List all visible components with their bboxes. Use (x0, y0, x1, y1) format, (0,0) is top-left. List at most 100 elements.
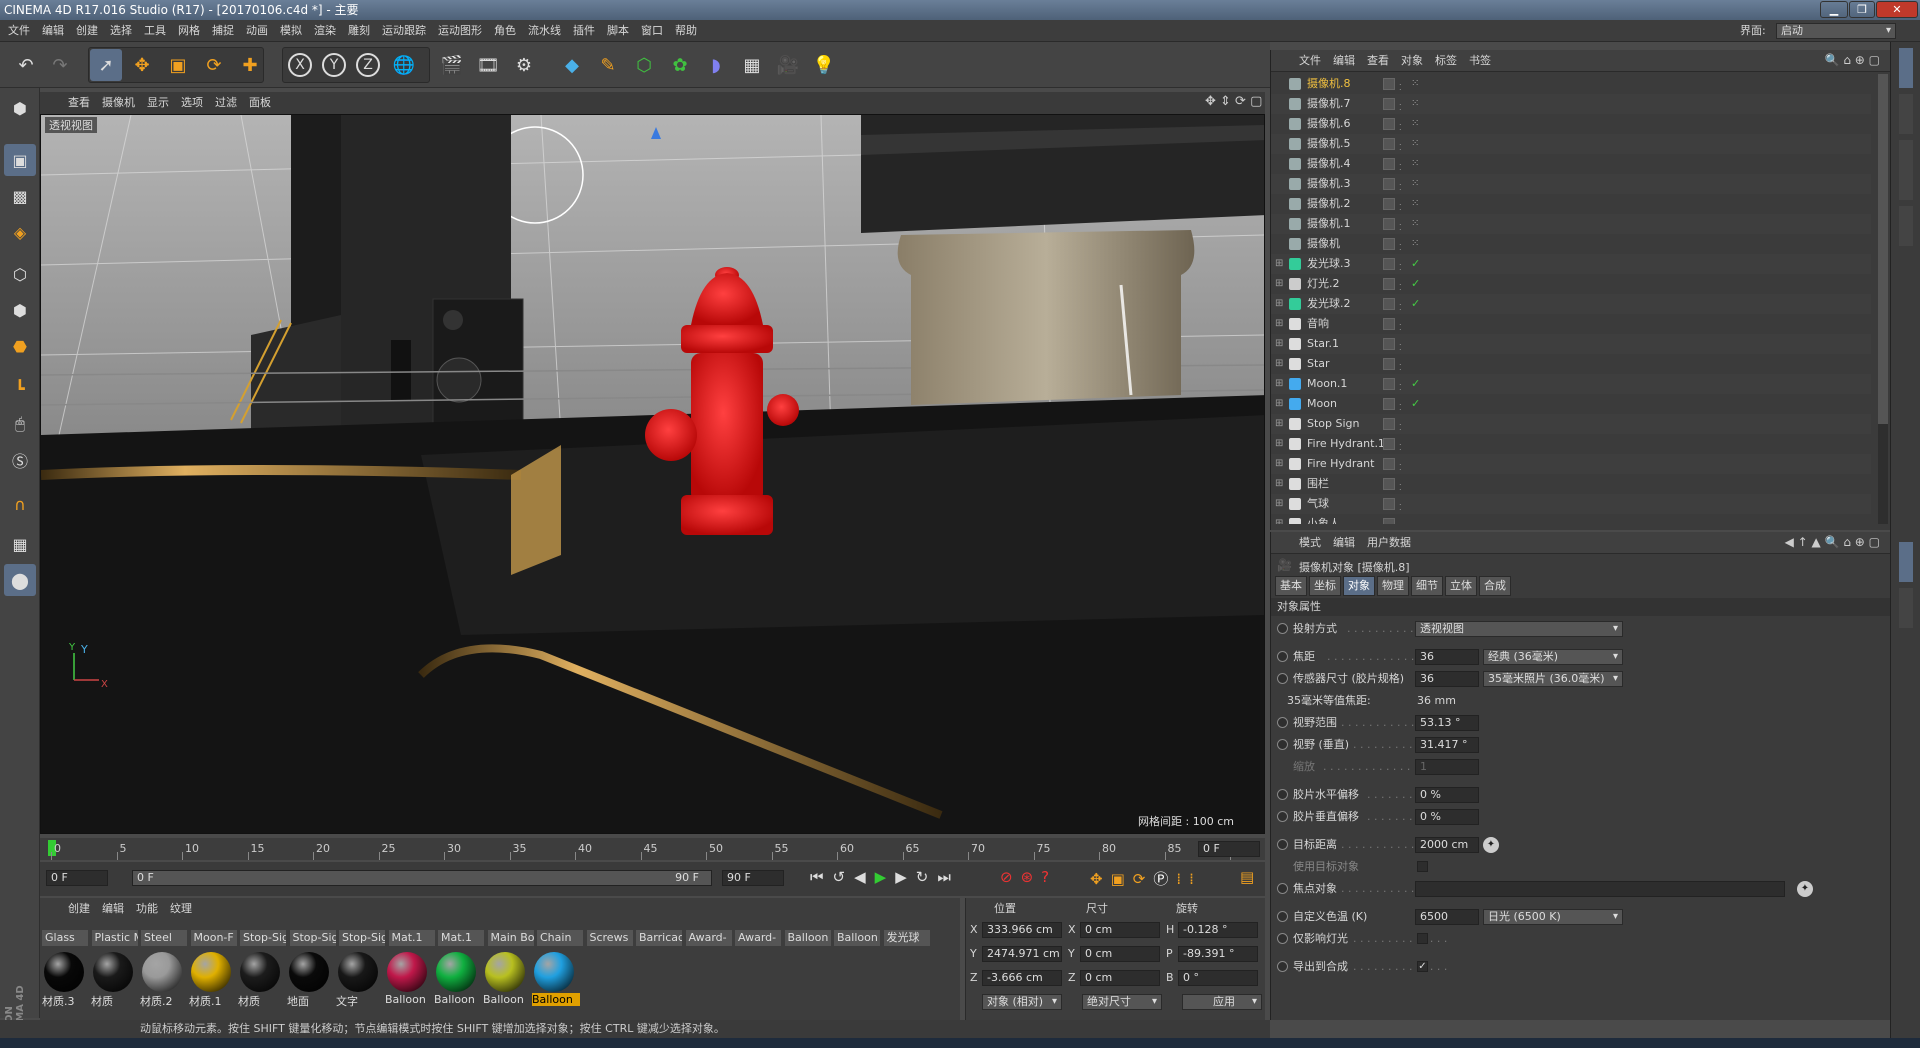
layer-dots[interactable]: ⁚ (1399, 478, 1409, 492)
help-key-icon[interactable]: ? (1041, 868, 1057, 886)
layer-dots[interactable]: ⁚ (1399, 378, 1409, 392)
material-tab[interactable]: Glass (42, 930, 88, 946)
object-row[interactable]: ⊞ Star ⁚ (1271, 354, 1871, 374)
visibility-toggle[interactable] (1383, 498, 1395, 510)
menu-item[interactable]: 雕刻 (342, 20, 376, 42)
layer-dots[interactable]: ⁚ (1399, 418, 1409, 432)
object-row[interactable]: ⊞ 灯光.2 ⁚ ✓ (1271, 274, 1871, 294)
material-tab[interactable]: Balloon (834, 930, 880, 946)
key-rot-icon[interactable]: ⟳ (1133, 870, 1154, 888)
object-scrollbar[interactable] (1878, 74, 1888, 524)
object-menu-item[interactable]: 书签 (1463, 50, 1497, 72)
focus-pick-icon[interactable]: ✦ (1797, 881, 1813, 897)
menu-item[interactable]: 选择 (104, 20, 138, 42)
layer-dots[interactable]: ⁚ (1399, 198, 1409, 212)
expand-icon[interactable]: ⊞ (1275, 334, 1283, 354)
side-tab-layer2[interactable] (1899, 588, 1913, 628)
material-menu-item[interactable]: 功能 (130, 898, 164, 920)
menu-item[interactable]: 运动跟踪 (376, 20, 432, 42)
menu-item[interactable]: 渲染 (308, 20, 342, 42)
visibility-toggle[interactable] (1383, 318, 1395, 330)
focus-object-field[interactable] (1415, 881, 1785, 897)
points-mode-icon[interactable]: ⬡ (4, 258, 36, 290)
expand-icon[interactable]: ⊞ (1275, 414, 1283, 434)
expand-icon[interactable]: ⊞ (1275, 434, 1283, 454)
cloner-icon[interactable]: ✿ (664, 49, 696, 81)
menu-item[interactable]: 文件 (2, 20, 36, 42)
material-menu-item[interactable]: 纹理 (164, 898, 198, 920)
enabled-check-icon[interactable]: ✓ (1411, 274, 1420, 294)
visibility-toggle[interactable] (1383, 98, 1395, 110)
attribute-tab[interactable]: 坐标 (1309, 576, 1341, 596)
material-swatch[interactable]: 地面 (287, 952, 331, 1008)
next-frame-icon[interactable]: ▶ (895, 868, 916, 886)
coord-field[interactable]: -3.666 cm (982, 970, 1062, 986)
attribute-nav-icons[interactable]: ◀ ↑ ▲ 🔍 ⌂ ⊕ ▢ (1785, 535, 1880, 549)
side-tab-objects[interactable] (1899, 48, 1913, 88)
object-row[interactable]: 摄像机.4 ⁚ ⁙ (1271, 154, 1871, 174)
visibility-toggle[interactable] (1383, 258, 1395, 270)
menu-item[interactable]: 编辑 (36, 20, 70, 42)
expand-icon[interactable]: ⊞ (1275, 514, 1283, 524)
material-swatch[interactable]: Balloon (434, 952, 478, 1006)
object-row[interactable]: ⊞ 发光球.2 ⁚ ✓ (1271, 294, 1871, 314)
end-frame-field[interactable]: 90 F (722, 870, 784, 886)
key-pla-icon[interactable]: ⁞⁞ (1176, 870, 1202, 888)
menu-item[interactable]: 窗口 (635, 20, 669, 42)
x-axis-icon[interactable]: X (284, 49, 316, 81)
focal-field[interactable]: 36 (1415, 649, 1479, 665)
visibility-toggle[interactable] (1383, 138, 1395, 150)
edges-mode-icon[interactable]: ⬢ (4, 294, 36, 326)
object-menu-item[interactable]: 查看 (1361, 50, 1395, 72)
polygons-mode-icon[interactable]: ⬣ (4, 330, 36, 362)
expand-icon[interactable]: ⊞ (1275, 354, 1283, 374)
magnet-icon[interactable]: ∩ (4, 488, 36, 520)
object-row[interactable]: ⊞ Moon.1 ⁚ ✓ (1271, 374, 1871, 394)
object-row[interactable]: ⊞ 围栏 ⁚ (1271, 474, 1871, 494)
side-tab-structure[interactable] (1899, 94, 1913, 134)
material-tab[interactable]: Moon-F (190, 930, 237, 946)
material-swatch[interactable]: 文字 (336, 952, 380, 1008)
prev-frame-icon[interactable]: ◀ (854, 868, 875, 886)
material-tab[interactable]: Chain (537, 930, 583, 946)
enabled-check-icon[interactable]: ✓ (1411, 394, 1420, 414)
light-icon[interactable]: 💡 (808, 49, 840, 81)
3d-viewport[interactable]: Y 透视视图 Y X 网格间距 : 100 cm (40, 114, 1265, 834)
recent-tool-icon[interactable]: ✚ (234, 49, 266, 81)
size-mode-dropdown[interactable]: 绝对尺寸 (1082, 994, 1162, 1010)
menu-item[interactable]: 插件 (567, 20, 601, 42)
attribute-tab[interactable]: 对象 (1343, 576, 1375, 596)
prev-key-icon[interactable]: ↺ (833, 868, 855, 886)
viewport-nav-icons[interactable]: ✥ ⇕ ⟳ ▢ (1205, 94, 1262, 109)
visibility-toggle[interactable] (1383, 278, 1395, 290)
attribute-menu-item[interactable]: 模式 (1293, 532, 1327, 554)
attribute-menu-item[interactable]: 用户数据 (1361, 532, 1417, 554)
menu-item[interactable]: 运动图形 (432, 20, 488, 42)
viewport-menu-item[interactable]: 面板 (243, 92, 277, 114)
layer-dots[interactable]: ⁚ (1399, 278, 1409, 292)
lock-grid-icon[interactable]: ▦ (4, 528, 36, 560)
scale-icon[interactable]: ▣ (162, 49, 194, 81)
visibility-toggle[interactable] (1383, 198, 1395, 210)
expand-icon[interactable]: ⊞ (1275, 374, 1283, 394)
coord-field[interactable]: 0 ° (1178, 970, 1258, 986)
viewport-menu-item[interactable]: 选项 (175, 92, 209, 114)
material-menu-item[interactable]: 编辑 (96, 898, 130, 920)
menu-item[interactable]: 角色 (488, 20, 522, 42)
visibility-toggle[interactable] (1383, 158, 1395, 170)
material-swatch[interactable]: 材质.3 (42, 952, 86, 1008)
material-tab[interactable]: Award- (735, 930, 781, 946)
layer-dots[interactable]: ⁚ (1399, 78, 1409, 92)
material-tab[interactable]: Plastic M (91, 930, 138, 946)
close-button[interactable]: ✕ (1876, 1, 1918, 18)
material-tab[interactable]: Stop-Sig (289, 930, 336, 946)
next-key-icon[interactable]: ↻ (916, 868, 938, 886)
object-row[interactable]: ⊞ Fire Hydrant ⁚ (1271, 454, 1871, 474)
play-icon[interactable]: ▶ (875, 868, 896, 886)
expand-icon[interactable]: ⊞ (1275, 314, 1283, 334)
timeline-window-icon[interactable]: ▤ (1240, 868, 1254, 886)
visibility-toggle[interactable] (1383, 418, 1395, 430)
undo-icon[interactable]: ↶ (10, 49, 42, 81)
menu-item[interactable]: 捕捉 (206, 20, 240, 42)
texture-mode-icon[interactable]: ▩ (4, 180, 36, 212)
